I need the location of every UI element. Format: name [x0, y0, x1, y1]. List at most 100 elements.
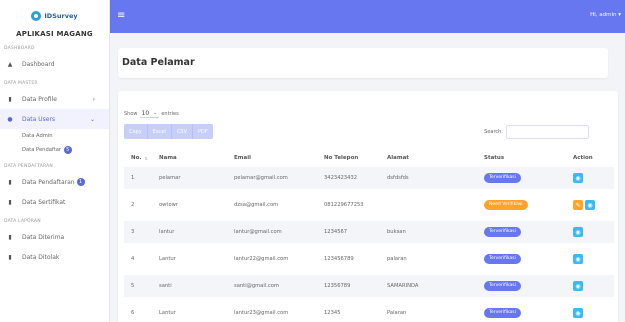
- file-icon: ▮: [8, 178, 12, 186]
- fire-icon: ▲: [7, 60, 13, 68]
- cell-nama: lantur: [159, 229, 175, 235]
- menu-toggle-icon[interactable]: ≡: [117, 10, 125, 21]
- header-no[interactable]: No. ⇅: [131, 149, 148, 167]
- cell-status: Need Verifikasi: [484, 194, 528, 216]
- sidebar-item-label: Data Profile: [22, 95, 57, 103]
- cell-nama: Lantur: [159, 310, 176, 316]
- copy-button[interactable]: Copy: [124, 124, 148, 139]
- sidebar-item-data-users[interactable]: ● Data Users ⌄: [0, 109, 109, 129]
- cell-action: ✎ ◉: [573, 194, 597, 216]
- cell-alamat: SAMARINDA: [387, 283, 419, 289]
- view-button[interactable]: ◉: [573, 173, 583, 183]
- cell-no: 3: [131, 229, 135, 235]
- sidebar-item-label: Dashboard: [22, 60, 55, 68]
- count-badge: 5: [63, 145, 72, 154]
- cell-no: 5: [131, 283, 135, 289]
- user-greeting: Hi, admin: [590, 12, 617, 18]
- status-badge: Terverifikasi: [484, 308, 521, 318]
- cell-nama: Lantur: [159, 256, 176, 262]
- sidebar-item-data-diterima[interactable]: ▮ Data Diterima: [0, 227, 109, 247]
- view-button[interactable]: ◉: [585, 200, 595, 210]
- edit-button[interactable]: ✎: [573, 200, 583, 210]
- csv-button[interactable]: CSV: [172, 124, 194, 139]
- page-header: Data Pelamar: [118, 48, 608, 78]
- cell-no: 6: [131, 310, 135, 316]
- view-button[interactable]: ◉: [573, 308, 583, 318]
- sidebar-subitem-data-pendaftar[interactable]: Data Pendaftar 5: [0, 143, 109, 157]
- view-button[interactable]: ◉: [573, 281, 583, 291]
- sidebar-item-dashboard[interactable]: ▲ Dashboard: [0, 54, 109, 74]
- excel-button[interactable]: Excel: [148, 124, 172, 139]
- cell-no: 2: [131, 202, 135, 208]
- file-icon: ▮: [8, 253, 12, 261]
- sidebar-item-label: Data Users: [22, 115, 56, 123]
- main-content: Data Pelamar Show 10 ⌄ entries Copy Exce…: [110, 33, 625, 322]
- show-label: Show: [124, 111, 138, 117]
- status-badge: Terverifikasi: [484, 281, 521, 291]
- header-status[interactable]: Status: [484, 149, 504, 167]
- header-email[interactable]: Email: [234, 149, 251, 167]
- view-button[interactable]: ◉: [573, 254, 583, 264]
- status-badge: Terverifikasi: [484, 173, 521, 183]
- table-card: Show 10 ⌄ entries Copy Excel CSV PDF Sea…: [118, 91, 618, 322]
- entries-select[interactable]: 10 ⌄: [139, 110, 160, 118]
- pdf-button[interactable]: PDF: [193, 124, 213, 139]
- user-menu[interactable]: Hi, admin ▾: [590, 12, 621, 18]
- section-data-pendaftaran: DATA PENDAFTARAN: [4, 164, 53, 169]
- cell-telepon: 3423423432: [324, 175, 358, 181]
- sidebar-item-label: Data Pendaftar: [22, 147, 62, 153]
- entries-control: Show 10 ⌄ entries: [124, 110, 179, 118]
- sort-icon: ⇅: [144, 155, 148, 161]
- sidebar-item-data-profile[interactable]: ▮ Data Profile ›: [0, 89, 109, 109]
- table-search: Search:: [484, 125, 589, 139]
- search-input[interactable]: [506, 125, 589, 139]
- cell-no: 1: [131, 175, 135, 181]
- cell-nama: pelamar: [159, 175, 181, 181]
- cell-nama: santi: [159, 283, 172, 289]
- cell-nama: owtowr: [159, 202, 178, 208]
- sidebar-item-data-ditolak[interactable]: ▮ Data Ditolak: [0, 247, 109, 267]
- header-action[interactable]: Action: [573, 149, 593, 167]
- cell-action: ◉: [573, 275, 585, 297]
- cell-email: lantur23@gmail.com: [234, 310, 289, 316]
- logo-text: IDSurvey: [44, 12, 78, 20]
- chevron-down-icon: ⌄: [153, 110, 158, 116]
- sidebar: IDSurvey APLIKASI MAGANG DASHBOARD ▲ Das…: [0, 0, 110, 322]
- file-icon: ▮: [8, 233, 12, 241]
- file-icon: ▮: [8, 95, 12, 103]
- cell-action: ◉: [573, 167, 585, 189]
- cell-action: ◉: [573, 221, 585, 243]
- cell-email: lantur22@gmail.com: [234, 256, 289, 262]
- table-row: 6 Lantur lantur23@gmail.com 12345 Palaran Ter…: [124, 302, 614, 322]
- status-badge: Terverifikasi: [484, 227, 521, 237]
- cell-action: ◉: [573, 248, 585, 270]
- idsurvey-logo-icon: [31, 11, 42, 21]
- sidebar-item-label: Data Admin: [22, 133, 53, 139]
- cell-email: dzsa@gmail.com: [234, 202, 279, 208]
- topbar: ≡ Hi, admin ▾: [110, 0, 625, 33]
- chevron-right-icon: ›: [92, 95, 95, 103]
- status-badge: Terverifikasi: [484, 254, 521, 264]
- header-telepon[interactable]: No Telepon: [324, 149, 358, 167]
- table-row: 1 pelamar pelamar@gmail.com 3423423432 dsfds…: [124, 167, 614, 189]
- sidebar-item-data-sertifikat[interactable]: ▮ Data Sertifikat: [0, 192, 109, 212]
- cell-status: Terverifikasi: [484, 302, 521, 322]
- page-title: Data Pelamar: [122, 57, 195, 68]
- export-buttons: Copy Excel CSV PDF: [124, 124, 213, 139]
- cell-telepon: 12345: [324, 310, 341, 316]
- view-button[interactable]: ◉: [573, 227, 583, 237]
- cell-email: pelamar@gmail.com: [234, 175, 288, 181]
- file-icon: ▮: [8, 198, 12, 206]
- header-nama[interactable]: Nama: [159, 149, 177, 167]
- cell-no: 4: [131, 256, 135, 262]
- sidebar-item-data-pendaftaran[interactable]: ▮ Data Pendaftaran 1: [0, 172, 109, 192]
- count-badge: 1: [76, 178, 85, 186]
- brand-logo[interactable]: IDSurvey: [0, 2, 109, 30]
- header-alamat[interactable]: Alamat: [387, 149, 409, 167]
- sidebar-subitem-data-admin[interactable]: Data Admin: [0, 129, 109, 143]
- cell-telepon: 123456789: [324, 256, 354, 262]
- app-title: APLIKASI MAGANG: [16, 30, 93, 38]
- cell-telepon: 081229677253: [324, 202, 364, 208]
- cell-status: Terverifikasi: [484, 221, 521, 243]
- section-data-laporan: DATA LAPORAN: [4, 219, 41, 224]
